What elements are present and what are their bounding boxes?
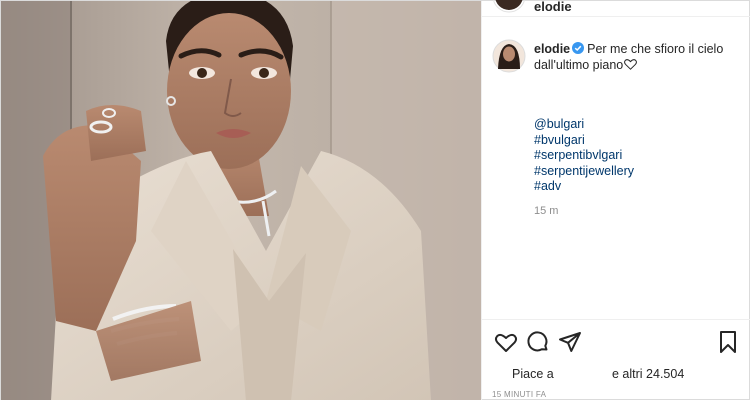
hashtag-link[interactable]: #serpentibvlgari (534, 148, 634, 164)
action-bar (482, 319, 750, 361)
hashtag-link[interactable]: #bvulgari (534, 133, 634, 149)
verified-badge-icon (572, 42, 585, 54)
bookmark-icon[interactable] (716, 330, 740, 354)
post-timestamp: 15 MINUTI FA (492, 390, 547, 399)
caption-avatar[interactable] (492, 39, 526, 73)
hashtag-link[interactable]: @bulgari (534, 117, 634, 133)
caption-username[interactable]: elodie (534, 42, 570, 56)
post-photo[interactable] (1, 1, 481, 400)
portrait-image (1, 1, 481, 400)
post-sidebar: elodie elodie Per me che sfioro il cielo … (481, 0, 750, 400)
likes-count-link[interactable]: e altri 24.504 (612, 367, 684, 381)
hashtag-list: @bulgari #bvulgari #serpentibvlgari #ser… (534, 117, 634, 195)
heart-outline-icon (624, 59, 638, 70)
caption-text: elodie Per me che sfioro il cielo dall'ul… (534, 41, 739, 73)
post-header: elodie (482, 0, 750, 17)
hashtag-link[interactable]: #serpentijewellery (534, 164, 634, 180)
paper-plane-icon[interactable] (558, 330, 582, 354)
header-username[interactable]: elodie (534, 0, 572, 14)
instagram-post: elodie elodie Per me che sfioro il cielo … (0, 0, 750, 400)
likes-prefix: Piace a (512, 367, 554, 381)
comment-icon[interactable] (526, 330, 550, 354)
header-avatar[interactable] (492, 0, 526, 13)
heart-icon[interactable] (494, 330, 518, 354)
hashtag-link[interactable]: #adv (534, 179, 634, 195)
caption-time: 15 m (534, 205, 559, 217)
